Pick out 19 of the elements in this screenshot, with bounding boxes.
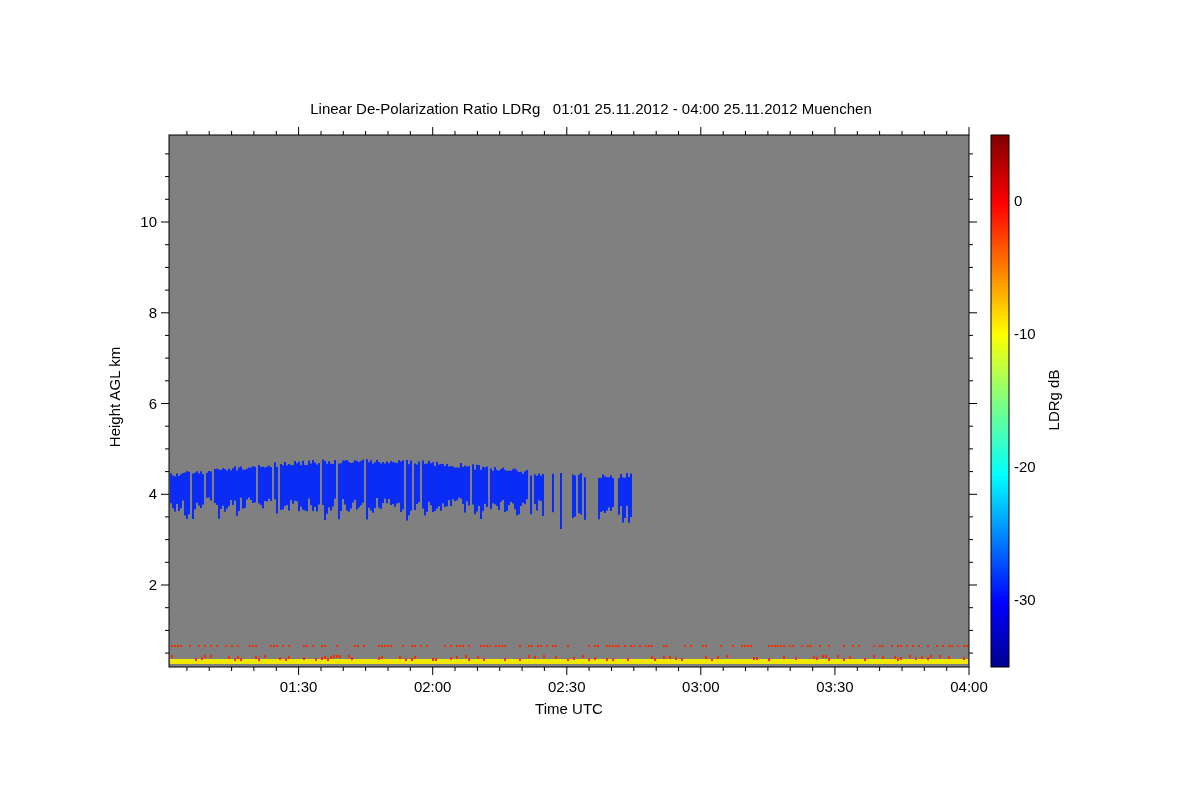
colorbar-tick-label: -20: [1014, 458, 1036, 475]
colorbar-tick-label: 0: [1014, 192, 1023, 209]
y-tick-label: 2: [148, 576, 157, 593]
x-tick-label: 02:00: [413, 678, 452, 695]
colorbar-tick-label: -10: [1014, 325, 1036, 342]
colorbar-label: LDRg dB: [1045, 369, 1062, 431]
colorbar-tick-label: -30: [1014, 591, 1036, 608]
y-tick-label: 10: [140, 213, 157, 230]
y-tick-label: 6: [148, 394, 157, 412]
y-tick-label: 8: [148, 303, 157, 321]
x-tick-label: 03:30: [816, 678, 854, 695]
y-tick-label: 4: [148, 485, 157, 503]
x-tick-label: 01:30: [279, 678, 318, 695]
x-axis-label: Time UTC: [535, 700, 603, 717]
x-tick-label: 03:00: [682, 678, 720, 695]
x-tick-label: 02:30: [548, 678, 586, 695]
chart-title: Linear De-Polarization Ratio LDRg 01:01 25.11.2012 - 04:00 25.11.2012 Muenchen: [310, 100, 872, 117]
y-axis-label: Height AGL km: [106, 346, 123, 448]
x-tick-label: 04:00: [950, 678, 988, 695]
